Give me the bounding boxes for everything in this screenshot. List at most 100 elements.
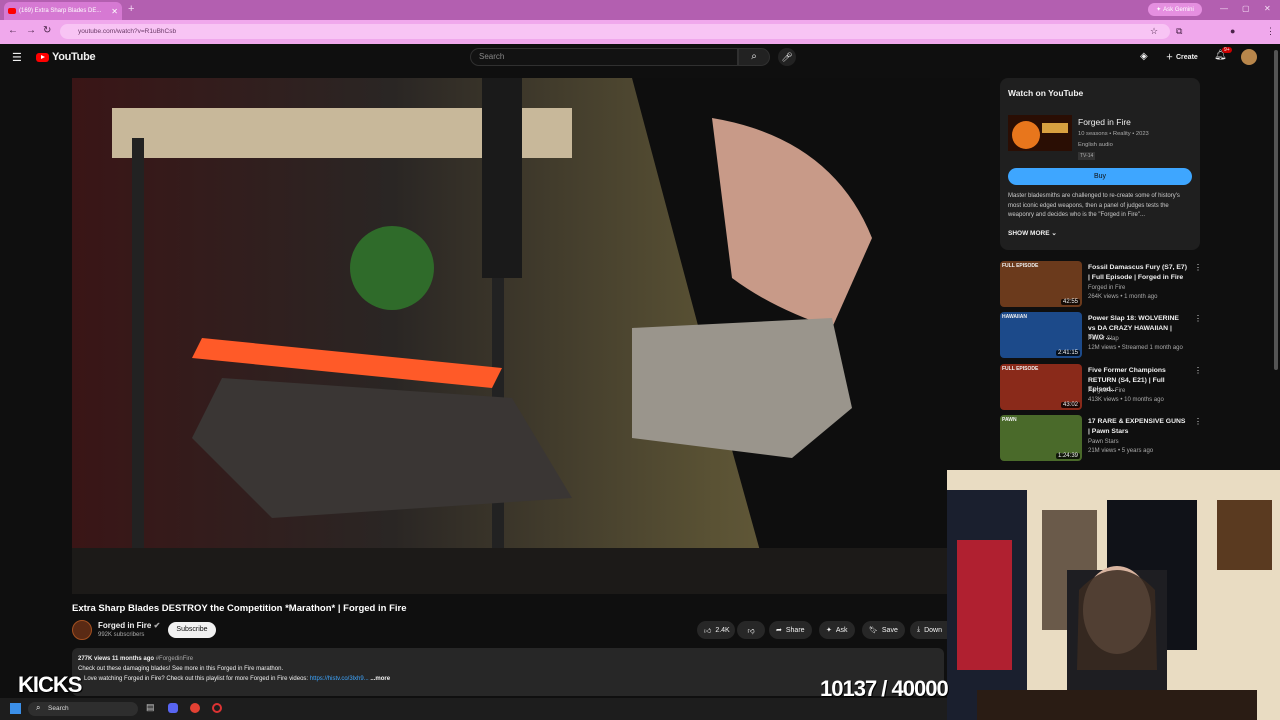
cast-icon[interactable]: ◈ xyxy=(1140,51,1148,62)
avatar[interactable] xyxy=(1241,49,1257,65)
download-button[interactable]: ⤓ Down xyxy=(910,621,947,639)
channel-name[interactable]: Forged in Fire ✔ xyxy=(98,621,160,630)
plus-icon: ＋ xyxy=(1166,54,1173,61)
kicks-overlay-label: KICKS xyxy=(18,672,82,697)
recommendation-channel[interactable]: Forged in Fire xyxy=(1088,388,1125,394)
more-options-icon[interactable]: ⋮ xyxy=(1194,263,1202,272)
menu-icon[interactable]: ⋮ xyxy=(1266,26,1275,37)
duration-badge: 2:41:15 xyxy=(1055,350,1080,356)
duration-badge: 1:24:39 xyxy=(1055,453,1080,459)
youtube-logo-icon xyxy=(36,52,49,62)
description-box[interactable]: 277K views 11 months ago #ForgedinFire C… xyxy=(72,648,944,696)
url-bar[interactable]: youtube.com/watch?v=R1uBhCsb xyxy=(60,24,1170,39)
watch-on-youtube-panel xyxy=(1000,78,1200,250)
recommendation-title[interactable]: Fossil Damascus Fury (S7, E7) | Full Epi… xyxy=(1088,263,1188,282)
show-title[interactable]: Forged in Fire xyxy=(1078,117,1131,127)
show-thumbnail[interactable] xyxy=(1008,115,1072,151)
youtube-logo[interactable]: YouTube xyxy=(36,51,96,63)
more-button[interactable]: ...more xyxy=(370,676,390,682)
thumbnail-badge: HAWAIIAN xyxy=(1002,314,1027,320)
close-tab-icon[interactable]: ✕ xyxy=(111,7,118,16)
download-label: Down xyxy=(924,626,943,634)
forward-icon[interactable]: → xyxy=(26,25,36,36)
more-options-icon[interactable]: ⋮ xyxy=(1194,366,1202,375)
windows-start-icon[interactable] xyxy=(10,703,21,714)
hamburger-icon[interactable]: ☰ xyxy=(12,51,22,64)
playlist-link[interactable]: https://histv.co/3lxh9... xyxy=(310,676,369,682)
url-text: youtube.com/watch?v=R1uBhCsb xyxy=(78,28,177,35)
video-frame-image xyxy=(72,78,990,594)
chrome-icon[interactable] xyxy=(190,703,200,713)
dislike-button[interactable]: 👎︎ xyxy=(737,621,765,639)
channel-name-text: Forged in Fire xyxy=(98,621,152,630)
webcam-image xyxy=(947,470,1280,720)
reload-icon[interactable]: ↻ xyxy=(43,25,51,36)
save-button[interactable]: 🔖︎ Save xyxy=(862,621,905,639)
discord-icon[interactable] xyxy=(168,703,178,713)
hashtag-link[interactable]: #ForgedinFire xyxy=(156,656,193,662)
thumbs-up-icon: 👍︎ xyxy=(704,627,712,635)
tab-title: (169) Extra Sharp Blades DE... xyxy=(19,8,102,14)
kick-counter: 10137 / 40000 xyxy=(820,676,949,701)
more-options-icon[interactable]: ⋮ xyxy=(1194,314,1202,323)
show-more-label: SHOW MORE xyxy=(1008,230,1050,237)
video-player[interactable] xyxy=(72,78,990,594)
taskbar-search[interactable]: Search xyxy=(28,702,138,716)
new-tab-button[interactable]: + xyxy=(128,3,134,15)
description-line: Love watching Forged in Fire? Check out … xyxy=(84,676,309,682)
ask-button[interactable]: ✦ Ask xyxy=(819,621,855,639)
panel-heading: Watch on YouTube xyxy=(1008,88,1084,98)
duration-badge: 42:55 xyxy=(1060,299,1080,305)
search-input[interactable]: Search xyxy=(470,48,738,66)
search-icon[interactable]: ⌕ xyxy=(738,48,770,66)
more-options-icon[interactable]: ⋮ xyxy=(1194,417,1202,426)
like-count: 2.4K xyxy=(715,626,730,634)
browser-tab[interactable]: (169) Extra Sharp Blades DE... ✕ xyxy=(4,2,122,20)
recommendation-item[interactable]: HAWAIIAN 2:41:15 Power Slap 18: WOLVERINE … xyxy=(1000,312,1202,360)
minimize-icon[interactable]: — xyxy=(1220,4,1228,13)
ask-gemini-label: Ask Gemini xyxy=(1163,6,1194,13)
notification-badge: 9+ xyxy=(1222,47,1232,53)
channel-avatar[interactable] xyxy=(72,620,92,640)
show-meta: 10 seasons • Reality • 2023 xyxy=(1078,131,1149,137)
microphone-icon[interactable]: 🎤︎ xyxy=(778,48,796,66)
subscribe-button[interactable]: Subscribe xyxy=(168,622,216,638)
youtube-favicon-icon xyxy=(8,8,16,14)
show-more-button[interactable]: SHOW MORE ⌄ xyxy=(1008,229,1057,237)
file-explorer-icon[interactable]: ▤ xyxy=(146,702,155,713)
star-icon[interactable]: ☆ xyxy=(1150,26,1158,37)
create-button[interactable]: ＋ Create xyxy=(1160,49,1204,65)
webcam-overlay xyxy=(947,470,1280,720)
recommendation-thumbnail[interactable]: FULL EPISODE 43:02 xyxy=(1000,364,1082,410)
recommendation-channel[interactable]: Forged in Fire xyxy=(1088,285,1125,291)
video-title: Extra Sharp Blades DESTROY the Competiti… xyxy=(72,603,407,614)
thumbnail-badge: FULL EPISODE xyxy=(1002,263,1039,269)
share-label: Share xyxy=(785,626,805,634)
maximize-icon[interactable]: ▢ xyxy=(1242,4,1250,13)
extensions-icon[interactable]: ⧉ xyxy=(1176,26,1182,37)
recommendation-thumbnail[interactable]: PAWN 1:24:39 xyxy=(1000,415,1082,461)
bookmark-icon: 🔖︎ xyxy=(869,627,878,634)
like-button[interactable]: 👍︎ 2.4K xyxy=(697,621,735,639)
browser-tab-strip xyxy=(0,0,1280,20)
app-icon[interactable] xyxy=(212,703,222,713)
ask-gemini-button[interactable]: ✦ Ask Gemini xyxy=(1148,3,1202,16)
thumbnail-badge: PAWN xyxy=(1002,417,1017,423)
close-window-icon[interactable]: ✕ xyxy=(1264,4,1271,13)
recommendation-item[interactable]: FULL EPISODE 43:02 Five Former Champions R… xyxy=(1000,364,1202,412)
verified-icon: ✔ xyxy=(153,621,161,630)
share-button[interactable]: ➦ Share xyxy=(769,621,812,639)
recommendation-item[interactable]: FULL EPISODE 42:55 Fossil Damascus Fury (S… xyxy=(1000,261,1202,309)
buy-button[interactable]: Buy xyxy=(1008,168,1192,185)
back-icon[interactable]: ← xyxy=(8,25,18,36)
recommendation-thumbnail[interactable]: FULL EPISODE 42:55 xyxy=(1000,261,1082,307)
recommendation-channel[interactable]: Pawn Stars xyxy=(1088,439,1119,445)
recommendation-thumbnail[interactable]: HAWAIIAN 2:41:15 xyxy=(1000,312,1082,358)
logo-text: YouTube xyxy=(52,51,96,63)
search-icon: ⌕ xyxy=(36,703,41,712)
recommendation-item[interactable]: PAWN 1:24:39 17 RARE & EXPENSIVE GUNS | Pa… xyxy=(1000,415,1202,463)
recommendation-title[interactable]: 17 RARE & EXPENSIVE GUNS | Pawn Stars xyxy=(1088,417,1188,436)
profile-icon[interactable]: ● xyxy=(1230,26,1235,36)
recommendation-channel[interactable]: Power Slap xyxy=(1088,336,1119,342)
page-scrollbar[interactable] xyxy=(1272,44,1280,374)
